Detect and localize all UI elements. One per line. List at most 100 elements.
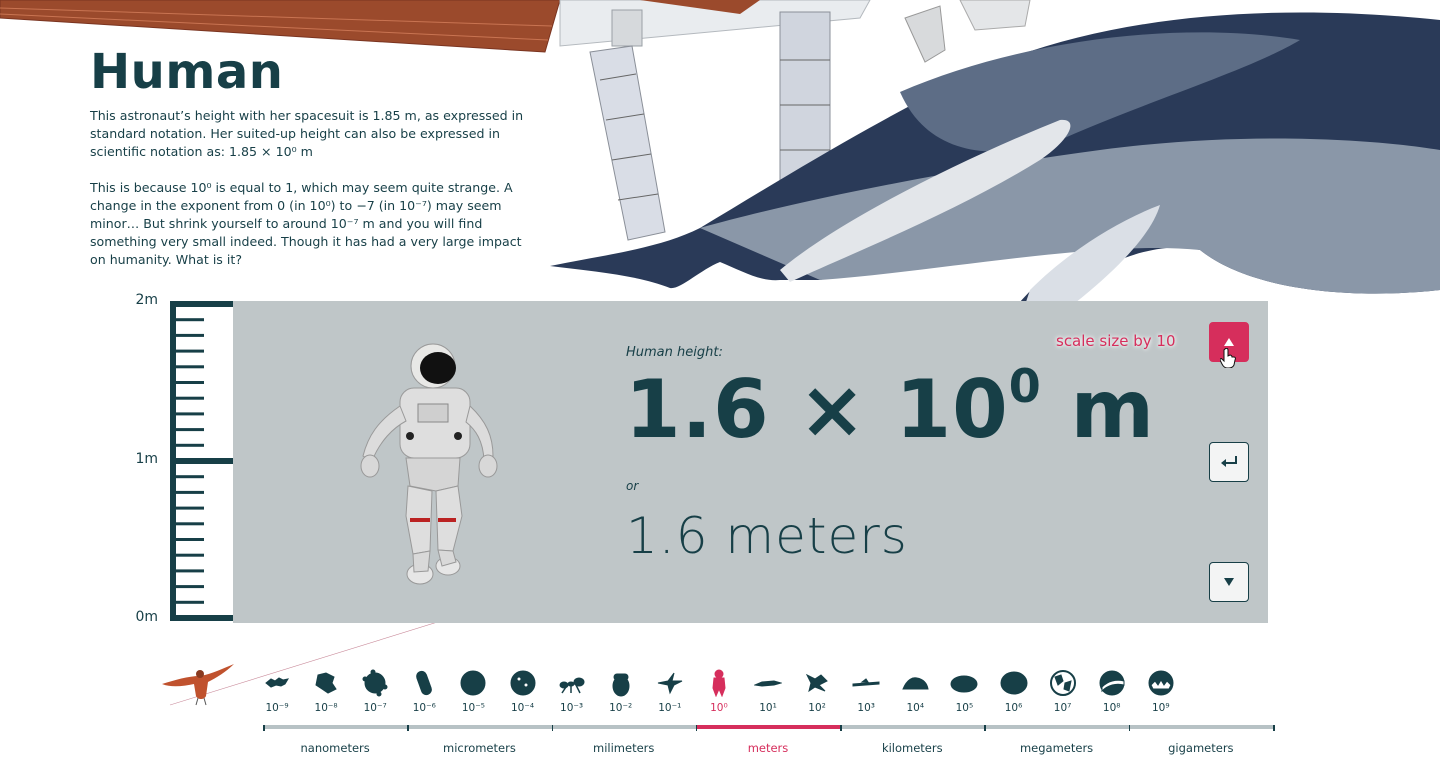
scale-step-label: 10⁻⁸ [314, 702, 338, 714]
unit-label[interactable]: milimeters [552, 741, 696, 755]
unit-range-bar [263, 725, 408, 729]
unit-label[interactable]: nanometers [263, 741, 407, 755]
sci-exponent: 0 [1008, 359, 1042, 413]
scale-step-label: 10⁻⁷ [363, 702, 387, 714]
whale-icon [754, 680, 782, 687]
scale-step-label: 10⁹ [1152, 702, 1170, 714]
scale-step[interactable]: 10² [797, 669, 837, 714]
moon-icon [1000, 671, 1027, 695]
bird-icon [657, 672, 683, 695]
scale-step-label: 10⁸ [1102, 702, 1121, 714]
unit-range-divider [407, 725, 409, 731]
scale-step[interactable]: 10⁻⁶ [404, 669, 444, 714]
scale-step[interactable]: 10¹ [748, 669, 788, 714]
astronaut-icon [712, 669, 726, 697]
unit-range-bar [984, 725, 1129, 729]
scale-step-label: 10⁻⁹ [265, 702, 289, 714]
unit-label[interactable]: meters [696, 741, 840, 755]
ruler-spine [170, 301, 176, 621]
unit-range-bar [551, 725, 696, 729]
ruler-major-tick [170, 458, 233, 464]
scale-step[interactable]: 10⁴ [895, 669, 935, 714]
scale-step-label: 10⁶ [1004, 702, 1023, 714]
scale-step-label: 10⁻⁶ [412, 702, 436, 714]
scale-step[interactable]: 10⁻⁸ [306, 669, 346, 714]
scale-step[interactable]: 10⁸ [1092, 669, 1132, 714]
unit-range-divider [984, 725, 986, 731]
unit-range-divider [840, 725, 842, 731]
unit-range-divider [1128, 725, 1131, 731]
unit-range-bar [695, 725, 841, 729]
ruler-ticks [170, 301, 233, 621]
pollen-icon [510, 670, 535, 696]
scale-step[interactable]: 10⁻⁴ [503, 669, 543, 714]
ruler-ticks-group [170, 301, 233, 621]
scale-step[interactable]: 10⁶ [994, 669, 1034, 714]
ant-icon [559, 677, 585, 694]
unit-label[interactable]: kilometers [840, 741, 984, 755]
scale-step[interactable]: 10⁻³ [552, 669, 592, 714]
scale-step[interactable]: 10⁻² [601, 669, 641, 714]
scale-step-label: 10¹ [759, 702, 777, 714]
scale-step-label: 10⁵ [955, 702, 974, 714]
unit-label[interactable]: megameters [984, 741, 1128, 755]
measurement-caption: Human height: [626, 345, 723, 360]
scale-step-label: 10⁻³ [560, 702, 584, 714]
virus-icon [265, 677, 290, 688]
scale-step-label: 10² [808, 702, 826, 714]
unit-label[interactable]: gigameters [1129, 741, 1273, 755]
intro-paragraph: This is because 10⁰ is equal to 1, which… [90, 180, 522, 267]
scale-step-label: 10⁻² [609, 702, 633, 714]
triangle-down-icon [1224, 578, 1234, 586]
scale-step-label: 10⁷ [1053, 702, 1072, 714]
unit-range-bar [840, 725, 985, 729]
ruler-major-tick [170, 615, 233, 621]
or-label: or [626, 479, 639, 493]
scientific-notation-value: 1.6 × 100 m [625, 359, 1155, 456]
space-station-icon [805, 673, 828, 693]
scale-step[interactable]: 10³ [846, 669, 886, 714]
intro-paragraph: This astronaut’s height with her spacesu… [90, 108, 524, 159]
bacterium-icon [416, 670, 433, 696]
earth-icon [1049, 670, 1076, 696]
scale-step[interactable]: 10⁷ [1043, 669, 1083, 714]
scale-step[interactable]: 10⁻¹ [650, 669, 690, 714]
ruler-major-tick [170, 301, 233, 307]
unit-label[interactable]: micrometers [407, 741, 551, 755]
unit-range-bar [407, 725, 552, 729]
virus-particle-icon [362, 669, 388, 697]
scale-step[interactable]: 10⁵ [944, 669, 984, 714]
scale-step-label: 10⁻⁴ [510, 702, 535, 714]
scale-step[interactable]: 10⁻⁵ [453, 669, 493, 714]
hand-cursor-icon [1220, 348, 1236, 368]
mountain-icon [902, 677, 929, 690]
intro-text: This astronaut’s height with her spacesu… [90, 107, 530, 287]
height-ruler: 2m 1m 0m [0, 290, 240, 630]
info-panel-content: Human height: 1.6 × 100 m or 1.6 meters … [233, 301, 1268, 623]
protein-icon [315, 672, 337, 694]
return-arrow-icon [1221, 456, 1237, 467]
acorn-icon [612, 673, 630, 697]
unit-range-divider [551, 725, 554, 731]
scale-step[interactable]: 10⁹ [1141, 669, 1181, 714]
reset-button[interactable] [1209, 442, 1249, 482]
astronaut-figure [360, 343, 498, 585]
page-title: Human [90, 44, 284, 100]
unit-range-divider [695, 725, 698, 731]
scale-step-label: 10⁴ [906, 702, 925, 714]
unit-range-divider [1273, 725, 1275, 731]
scale-step-label: 10⁻¹ [658, 702, 682, 714]
scale-step-label: 10⁻⁵ [461, 702, 485, 714]
scale-step[interactable]: 10⁻⁷ [355, 669, 395, 714]
cell-icon [460, 670, 486, 696]
unit-range-divider [263, 725, 265, 731]
scale-hint-text: scale size by 10 [1056, 332, 1176, 350]
planet-icon [1099, 670, 1125, 696]
scale-down-button[interactable] [1209, 562, 1249, 602]
island-icon [950, 675, 978, 693]
sci-mantissa: 1.6 × 10 [625, 363, 1009, 456]
scale-step[interactable]: 10⁰ [699, 669, 739, 714]
triangle-up-icon [1224, 338, 1234, 346]
unit-range-bar [1128, 725, 1273, 729]
scale-step[interactable]: 10⁻⁹ [257, 669, 297, 714]
